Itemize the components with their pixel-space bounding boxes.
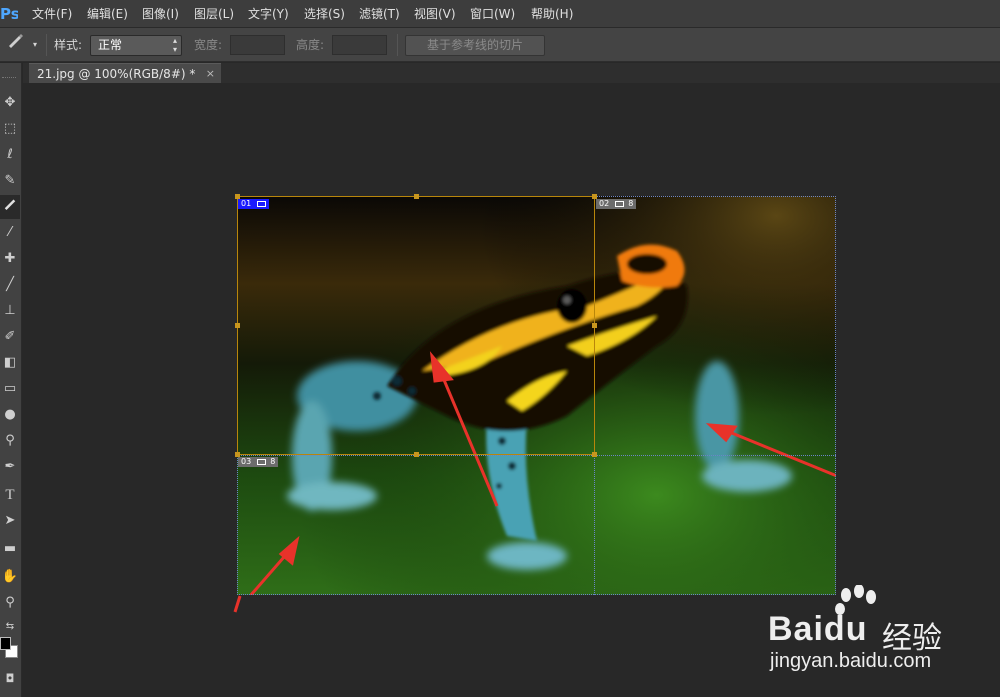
menu-type[interactable]: 文字(Y) [248, 0, 289, 28]
menu-edit[interactable]: 编辑(E) [87, 0, 128, 28]
slice-number: 01 [241, 199, 252, 208]
app-logo: Ps [0, 5, 18, 23]
eyedropper-tool-icon[interactable]: ⁄ [0, 221, 20, 245]
slice-handle[interactable] [414, 194, 419, 199]
slice-link-badge: 8 [628, 199, 634, 208]
image-icon [614, 200, 624, 207]
menu-window[interactable]: 窗口(W) [470, 0, 515, 28]
style-label: 样式: [54, 38, 83, 52]
marquee-tool-icon[interactable]: ⬚ [0, 117, 20, 141]
width-label: 宽度: [194, 38, 223, 52]
slices-from-guides-button[interactable]: 基于参考线的切片 [405, 35, 545, 56]
blur-tool-icon[interactable]: ● [0, 403, 20, 427]
dodge-tool-icon[interactable]: ⚲ [0, 429, 20, 453]
menu-help[interactable]: 帮助(H) [531, 0, 573, 28]
image-icon [256, 200, 266, 207]
menu-bar: Ps 文件(F) 编辑(E) 图像(I) 图层(L) 文字(Y) 选择(S) 滤… [0, 0, 1000, 28]
select-arrows-icon: ▴ ▾ [172, 36, 177, 54]
image-icon [256, 458, 266, 465]
tools-panel: ✥ ⬚ ℓ ✎ ⁄ ✚ ╱ ⊥ ✐ ◧ ▭ ● ⚲ ✒ T ➤ ▬ ✋ ⚲ ⇆ … [0, 63, 22, 697]
gradient-tool-icon[interactable]: ▭ [0, 377, 20, 401]
height-label: 高度: [296, 38, 325, 52]
quick-select-tool-icon[interactable]: ✎ [0, 169, 20, 193]
move-tool-icon[interactable]: ✥ [0, 91, 20, 115]
foreground-color-swatch[interactable] [0, 637, 11, 650]
zoom-tool-icon[interactable]: ⚲ [0, 591, 20, 615]
slice-tag-01[interactable]: 01 [238, 199, 269, 209]
selected-slice[interactable] [237, 196, 595, 455]
menu-image[interactable]: 图像(I) [142, 0, 179, 28]
menu-file[interactable]: 文件(F) [32, 0, 72, 28]
slice-tool-icon[interactable] [0, 195, 20, 219]
menu-filter[interactable]: 滤镜(T) [359, 0, 400, 28]
style-select[interactable]: 正常 ▴ ▾ [90, 35, 182, 56]
slice-tag-03[interactable]: 03 8 [238, 457, 279, 467]
baidu-watermark: Baidu 经验 jingyan.baidu.com [760, 585, 990, 680]
slice-handle[interactable] [235, 323, 240, 328]
annotation-arrow-tail [233, 595, 242, 613]
brush-tool-icon[interactable]: ╱ [0, 273, 20, 297]
type-tool-icon[interactable]: T [0, 483, 20, 507]
rectangle-tool-icon[interactable]: ▬ [0, 537, 20, 561]
document-tab-title: 21.jpg @ 100%(RGB/8#) * [37, 67, 196, 81]
slice-handle[interactable] [592, 452, 597, 457]
slice-tag-02[interactable]: 02 8 [596, 199, 637, 209]
quick-mask-icon[interactable]: ◘ [0, 667, 20, 691]
healing-brush-tool-icon[interactable]: ✚ [0, 247, 20, 271]
watermark-url: jingyan.baidu.com [770, 650, 932, 672]
width-input[interactable] [230, 35, 285, 55]
watermark-brand-suffix: du [823, 610, 868, 648]
path-select-tool-icon[interactable]: ➤ [0, 509, 20, 533]
watermark-brand-text: Bai [768, 610, 824, 648]
menu-view[interactable]: 视图(V) [414, 0, 456, 28]
close-icon[interactable]: × [206, 64, 215, 84]
pen-tool-icon[interactable]: ✒ [0, 455, 20, 479]
swap-colors-icon[interactable]: ⇆ [0, 615, 20, 639]
slice-number: 03 [241, 457, 252, 466]
slice-link-badge: 8 [270, 457, 276, 466]
menu-select[interactable]: 选择(S) [304, 0, 345, 28]
options-bar: ▾ 样式: 正常 ▴ ▾ 宽度: 高度: 基于参考线的切片 [0, 28, 1000, 62]
watermark-brand: Baidu [768, 610, 867, 649]
slice-tool-preset-icon[interactable] [5, 32, 25, 56]
style-select-value: 正常 [98, 38, 123, 52]
slice-handle[interactable] [592, 323, 597, 328]
document-tab-bar: 21.jpg @ 100%(RGB/8#) * × [23, 63, 1000, 83]
height-input[interactable] [332, 35, 387, 55]
clone-stamp-tool-icon[interactable]: ⊥ [0, 299, 20, 323]
lasso-tool-icon[interactable]: ℓ [0, 143, 20, 167]
toolbar-grip[interactable] [2, 77, 16, 79]
slice-number: 02 [599, 199, 610, 208]
history-brush-tool-icon[interactable]: ✐ [0, 325, 20, 349]
hand-tool-icon[interactable]: ✋ [0, 565, 20, 589]
document-tab[interactable]: 21.jpg @ 100%(RGB/8#) * × [29, 63, 221, 83]
eraser-tool-icon[interactable]: ◧ [0, 351, 20, 375]
options-divider [46, 34, 47, 56]
options-divider [397, 34, 398, 56]
slice-handle[interactable] [414, 452, 419, 457]
preset-dropdown-arrow-icon[interactable]: ▾ [33, 37, 37, 53]
menu-layer[interactable]: 图层(L) [194, 0, 234, 28]
